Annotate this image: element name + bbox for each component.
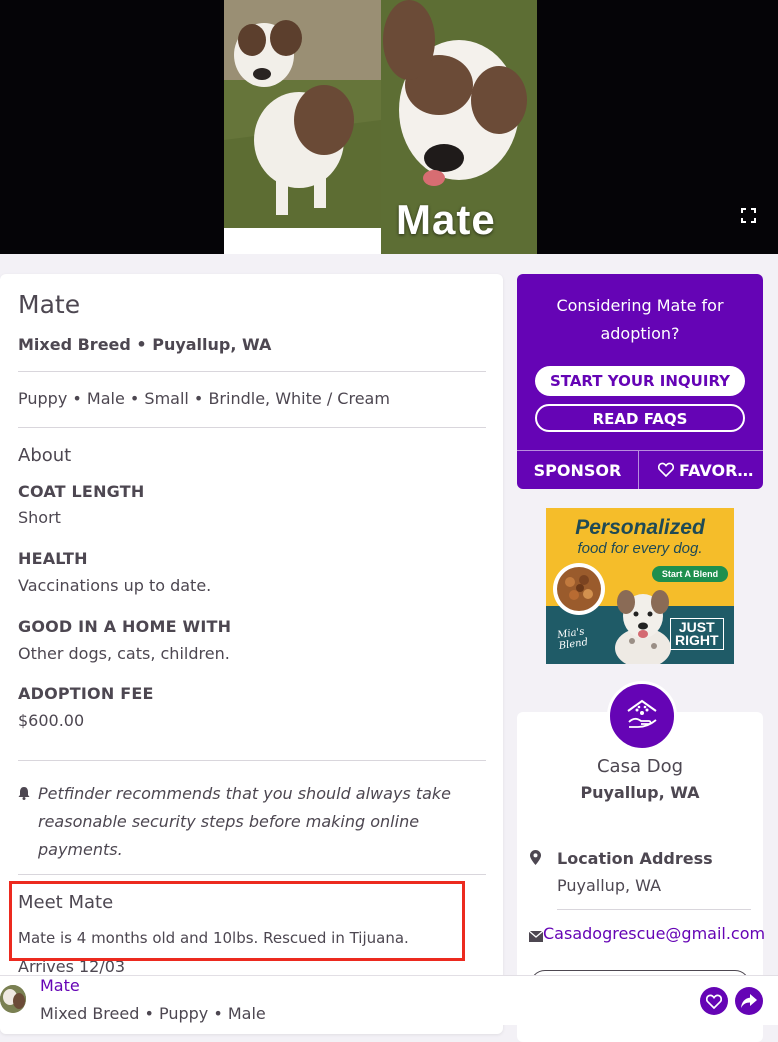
heart-icon — [706, 994, 722, 1009]
divider — [18, 760, 486, 761]
good-in-home-value: Other dogs, cats, children. — [18, 644, 230, 663]
about-heading: About — [18, 445, 72, 466]
good-in-home-label: GOOD IN A HOME WITH — [18, 617, 232, 636]
dog-image — [610, 586, 676, 664]
organization-location: Puyallup, WA — [580, 783, 700, 802]
hero-pet-name: Mate — [396, 196, 496, 243]
ad-brand-line: RIGHT — [675, 632, 719, 648]
cta-question: Considering Mate for adoption? — [556, 296, 724, 343]
start-inquiry-button[interactable]: START YOUR INQUIRY — [535, 366, 745, 396]
ad-start-blend-button[interactable]: Start A Blend — [652, 566, 728, 582]
ad-blend-label: Mia's Blend — [557, 626, 589, 652]
coat-length-value: Short — [18, 508, 61, 527]
footer-favorite-button[interactable] — [700, 987, 728, 1015]
highlight-annotation — [9, 881, 465, 961]
sponsor-button[interactable]: SPONSOR — [517, 451, 638, 489]
adoption-fee-label: ADOPTION FEE — [18, 684, 154, 703]
fullscreen-icon[interactable] — [741, 208, 756, 223]
pet-name: Mate — [18, 290, 81, 319]
footer-share-button[interactable] — [735, 987, 763, 1015]
footer-pet-name[interactable]: Mate — [40, 976, 80, 995]
ad-subtitle: food for every dog. — [577, 540, 703, 557]
divider — [18, 427, 486, 428]
hero-banner: Mate — [0, 0, 778, 254]
location-pin-icon — [530, 850, 541, 865]
organization-name[interactable]: Casa Dog — [517, 756, 763, 777]
footer-pet-meta: Mixed Breed • Puppy • Male — [40, 1004, 266, 1023]
location-address-value: Puyallup, WA — [557, 876, 662, 895]
coat-length-label: COAT LENGTH — [18, 482, 145, 501]
divider — [18, 874, 486, 875]
divider — [18, 371, 486, 372]
location-address-label: Location Address — [557, 849, 713, 868]
adoption-fee-value: $600.00 — [18, 711, 85, 730]
adoption-cta-panel: Considering Mate for adoption? START YOU… — [517, 274, 763, 489]
kibble-bowl-image — [552, 562, 606, 616]
pet-thumbnail — [0, 985, 26, 1013]
ad-banner[interactable]: Personalized food for every dog. Start A… — [546, 508, 734, 664]
mail-icon — [528, 927, 544, 942]
share-arrow-icon — [741, 994, 757, 1008]
heart-icon — [657, 462, 675, 478]
organization-logo[interactable] — [607, 681, 677, 751]
divider — [557, 909, 751, 910]
pet-traits: Puppy • Male • Small • Brindle, White / … — [18, 389, 390, 408]
bell-icon — [18, 785, 30, 800]
organization-email-link[interactable]: Casadogrescue@gmail.com — [543, 924, 765, 943]
health-value: Vaccinations up to date. — [18, 576, 212, 595]
read-faqs-button[interactable]: READ FAQS — [535, 404, 745, 432]
security-notice: Petfinder recommends that you should alw… — [38, 784, 452, 859]
ad-brand-logo: JUST RIGHT — [670, 618, 724, 650]
health-label: HEALTH — [18, 549, 88, 568]
ad-title: Personalized — [575, 516, 705, 539]
pet-breed-location: Mixed Breed • Puyallup, WA — [18, 335, 272, 354]
cta-actions: SPONSOR FAVORITE — [517, 450, 763, 489]
